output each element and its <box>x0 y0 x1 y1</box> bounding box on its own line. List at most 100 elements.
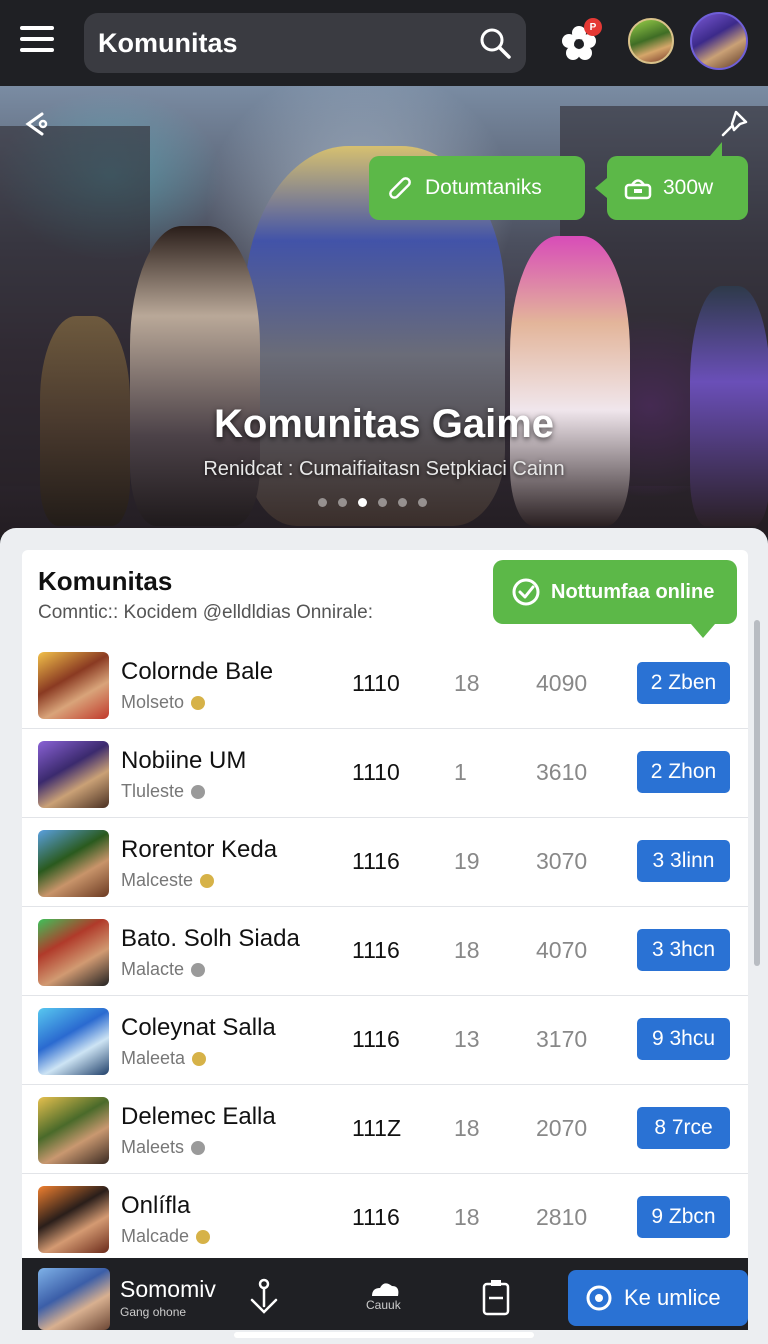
member-stat-c3: 4070 <box>536 937 588 963</box>
member-meta: Tluleste <box>121 781 206 802</box>
rank-badge-icon <box>192 1051 207 1066</box>
member-list: Colornde Bale Molseto 1110 18 4090 2 Zben Nobi… <box>22 640 748 1263</box>
scrollbar[interactable] <box>754 620 760 966</box>
member-stat-c1: 1110 <box>352 759 400 785</box>
member-action-button[interactable]: 8 7rce <box>637 1107 730 1149</box>
member-stat-c3: 2070 <box>536 1115 588 1141</box>
member-action-button[interactable]: 3 3hcn <box>637 929 730 971</box>
member-action-button[interactable]: 2 Zben <box>637 662 730 704</box>
member-action-button[interactable]: 2 Zhon <box>637 751 730 793</box>
member-avatar[interactable] <box>38 1186 109 1253</box>
share-icon[interactable] <box>20 108 52 140</box>
member-meta: Malcade <box>121 1226 211 1247</box>
member-row[interactable]: Colornde Bale Molseto 1110 18 4090 2 Zben <box>22 640 748 729</box>
member-avatar[interactable] <box>38 1097 109 1164</box>
notifications-button[interactable]: P <box>558 18 602 64</box>
member-stat-c2: 18 <box>454 670 480 696</box>
member-avatar[interactable] <box>38 830 109 897</box>
member-meta-text: Malacte <box>121 959 185 979</box>
search-bar-title: Komunitas <box>98 27 238 58</box>
member-meta-text: Maleets <box>121 1137 185 1157</box>
cloud-label: Cauuk <box>366 1298 401 1312</box>
member-avatar[interactable] <box>38 741 109 808</box>
go-live-button[interactable]: Ke umlice <box>568 1270 748 1326</box>
search-icon[interactable] <box>478 26 512 60</box>
member-stat-c2: 1 <box>454 759 467 785</box>
hero-title: Komunitas Gaime <box>213 402 555 446</box>
online-status-label: Nottumfaa online <box>551 580 715 603</box>
member-action-button[interactable]: 3 3linn <box>637 840 730 882</box>
member-stat-c1: 1116 <box>352 848 400 874</box>
carousel-dot[interactable] <box>398 498 407 507</box>
member-row[interactable]: Onlífla Malcade 1116 18 2810 9 Zbcn <box>22 1174 748 1263</box>
member-row[interactable]: Coleynat Salla Maleeta 1116 13 3170 9 3hcu <box>22 996 748 1085</box>
member-stat-c3: 3610 <box>536 759 588 785</box>
rank-badge-icon <box>191 784 206 799</box>
member-name: Delemec Ealla <box>121 1103 276 1130</box>
member-avatar[interactable] <box>38 1008 109 1075</box>
member-avatar[interactable] <box>38 919 109 986</box>
community-sheet: Komunitas Comntic:: Kocidem @elldldias O… <box>0 528 768 1344</box>
carousel-dot[interactable] <box>358 498 367 507</box>
hero-character-right <box>510 236 630 526</box>
member-meta: Molseto <box>121 692 206 713</box>
hero-banner[interactable]: Dotumtaniks 300w Komunitas Gaime Renidca… <box>0 86 768 536</box>
member-action-button[interactable]: 9 Zbcn <box>637 1196 730 1238</box>
member-action-button[interactable]: 9 3hcu <box>637 1018 730 1060</box>
hero-subtitle: Renidcat : Cumaifiaitasn Setpkiaci Cainn <box>203 458 565 480</box>
member-row[interactable]: Nobiine UM Tluleste 1110 1 3610 2 Zhon <box>22 729 748 818</box>
member-stat-c1: 1110 <box>352 670 400 696</box>
community-card: Komunitas Comntic:: Kocidem @elldldias O… <box>22 550 748 1290</box>
member-row[interactable]: Rorentor Keda Malceste 1116 19 3070 3 3linn <box>22 818 748 907</box>
pencil-icon <box>389 177 411 199</box>
member-stat-c2: 13 <box>454 1026 480 1052</box>
hero-character-left <box>130 226 260 526</box>
member-stat-c2: 18 <box>454 937 480 963</box>
member-stat-c1: 111Z <box>352 1115 402 1141</box>
member-stat-c3: 2810 <box>536 1204 588 1230</box>
edit-chip-label: Dotumtaniks <box>425 176 542 199</box>
clipboard-icon[interactable] <box>476 1276 516 1318</box>
member-meta-text: Molseto <box>121 692 185 712</box>
member-name: Onlífla <box>121 1192 191 1219</box>
carousel-dot[interactable] <box>338 498 347 507</box>
live-circle-icon <box>586 1285 612 1311</box>
member-meta: Malceste <box>121 870 215 891</box>
member-name: Nobiine UM <box>121 747 247 774</box>
member-name: Bato. Solh Siada <box>121 925 300 952</box>
rank-badge-icon <box>200 873 215 888</box>
card-title: Komunitas <box>38 566 173 596</box>
member-stat-c1: 1116 <box>352 1204 400 1230</box>
member-row[interactable]: Delemec Ealla Maleets 111Z 18 2070 8 7rce <box>22 1085 748 1174</box>
profile-avatar[interactable] <box>690 12 748 70</box>
current-player-avatar[interactable] <box>38 1268 110 1330</box>
member-name: Coleynat Salla <box>121 1014 276 1041</box>
store-icon <box>624 179 652 200</box>
online-status-button[interactable]: Nottumfaa online <box>493 560 737 638</box>
carousel-dot[interactable] <box>378 498 387 507</box>
pin-icon[interactable] <box>718 108 750 140</box>
edit-chip-button[interactable]: Dotumtaniks <box>369 156 585 220</box>
rank-badge-icon <box>191 1140 206 1155</box>
store-chip-label: 300w <box>663 176 714 199</box>
tools-icon[interactable] <box>244 1276 284 1318</box>
notification-badge: P <box>584 18 602 36</box>
carousel-dot[interactable] <box>318 498 327 507</box>
member-avatar[interactable] <box>38 652 109 719</box>
search-bar[interactable]: Komunitas <box>84 13 526 73</box>
member-meta: Malacte <box>121 959 206 980</box>
hamburger-menu-icon[interactable] <box>20 26 54 56</box>
member-meta-text: Malcade <box>121 1226 190 1246</box>
member-stat-c3: 4090 <box>536 670 588 696</box>
top-app-bar: Komunitas P <box>0 0 768 86</box>
friend-avatar[interactable] <box>628 18 674 64</box>
member-row[interactable]: Bato. Solh Siada Malacte 1116 18 4070 3 3hcn <box>22 907 748 996</box>
member-stat-c3: 3170 <box>536 1026 588 1052</box>
member-stat-c2: 18 <box>454 1204 480 1230</box>
current-player-subtitle: Gang ohone <box>120 1305 187 1319</box>
home-indicator[interactable] <box>234 1332 534 1338</box>
store-chip-button[interactable]: 300w <box>595 142 748 220</box>
carousel-dot[interactable] <box>418 498 427 507</box>
go-live-label: Ke umlice <box>624 1285 721 1310</box>
card-subtitle: Comntic:: Kocidem @elldldias Onnirale: <box>38 602 374 623</box>
